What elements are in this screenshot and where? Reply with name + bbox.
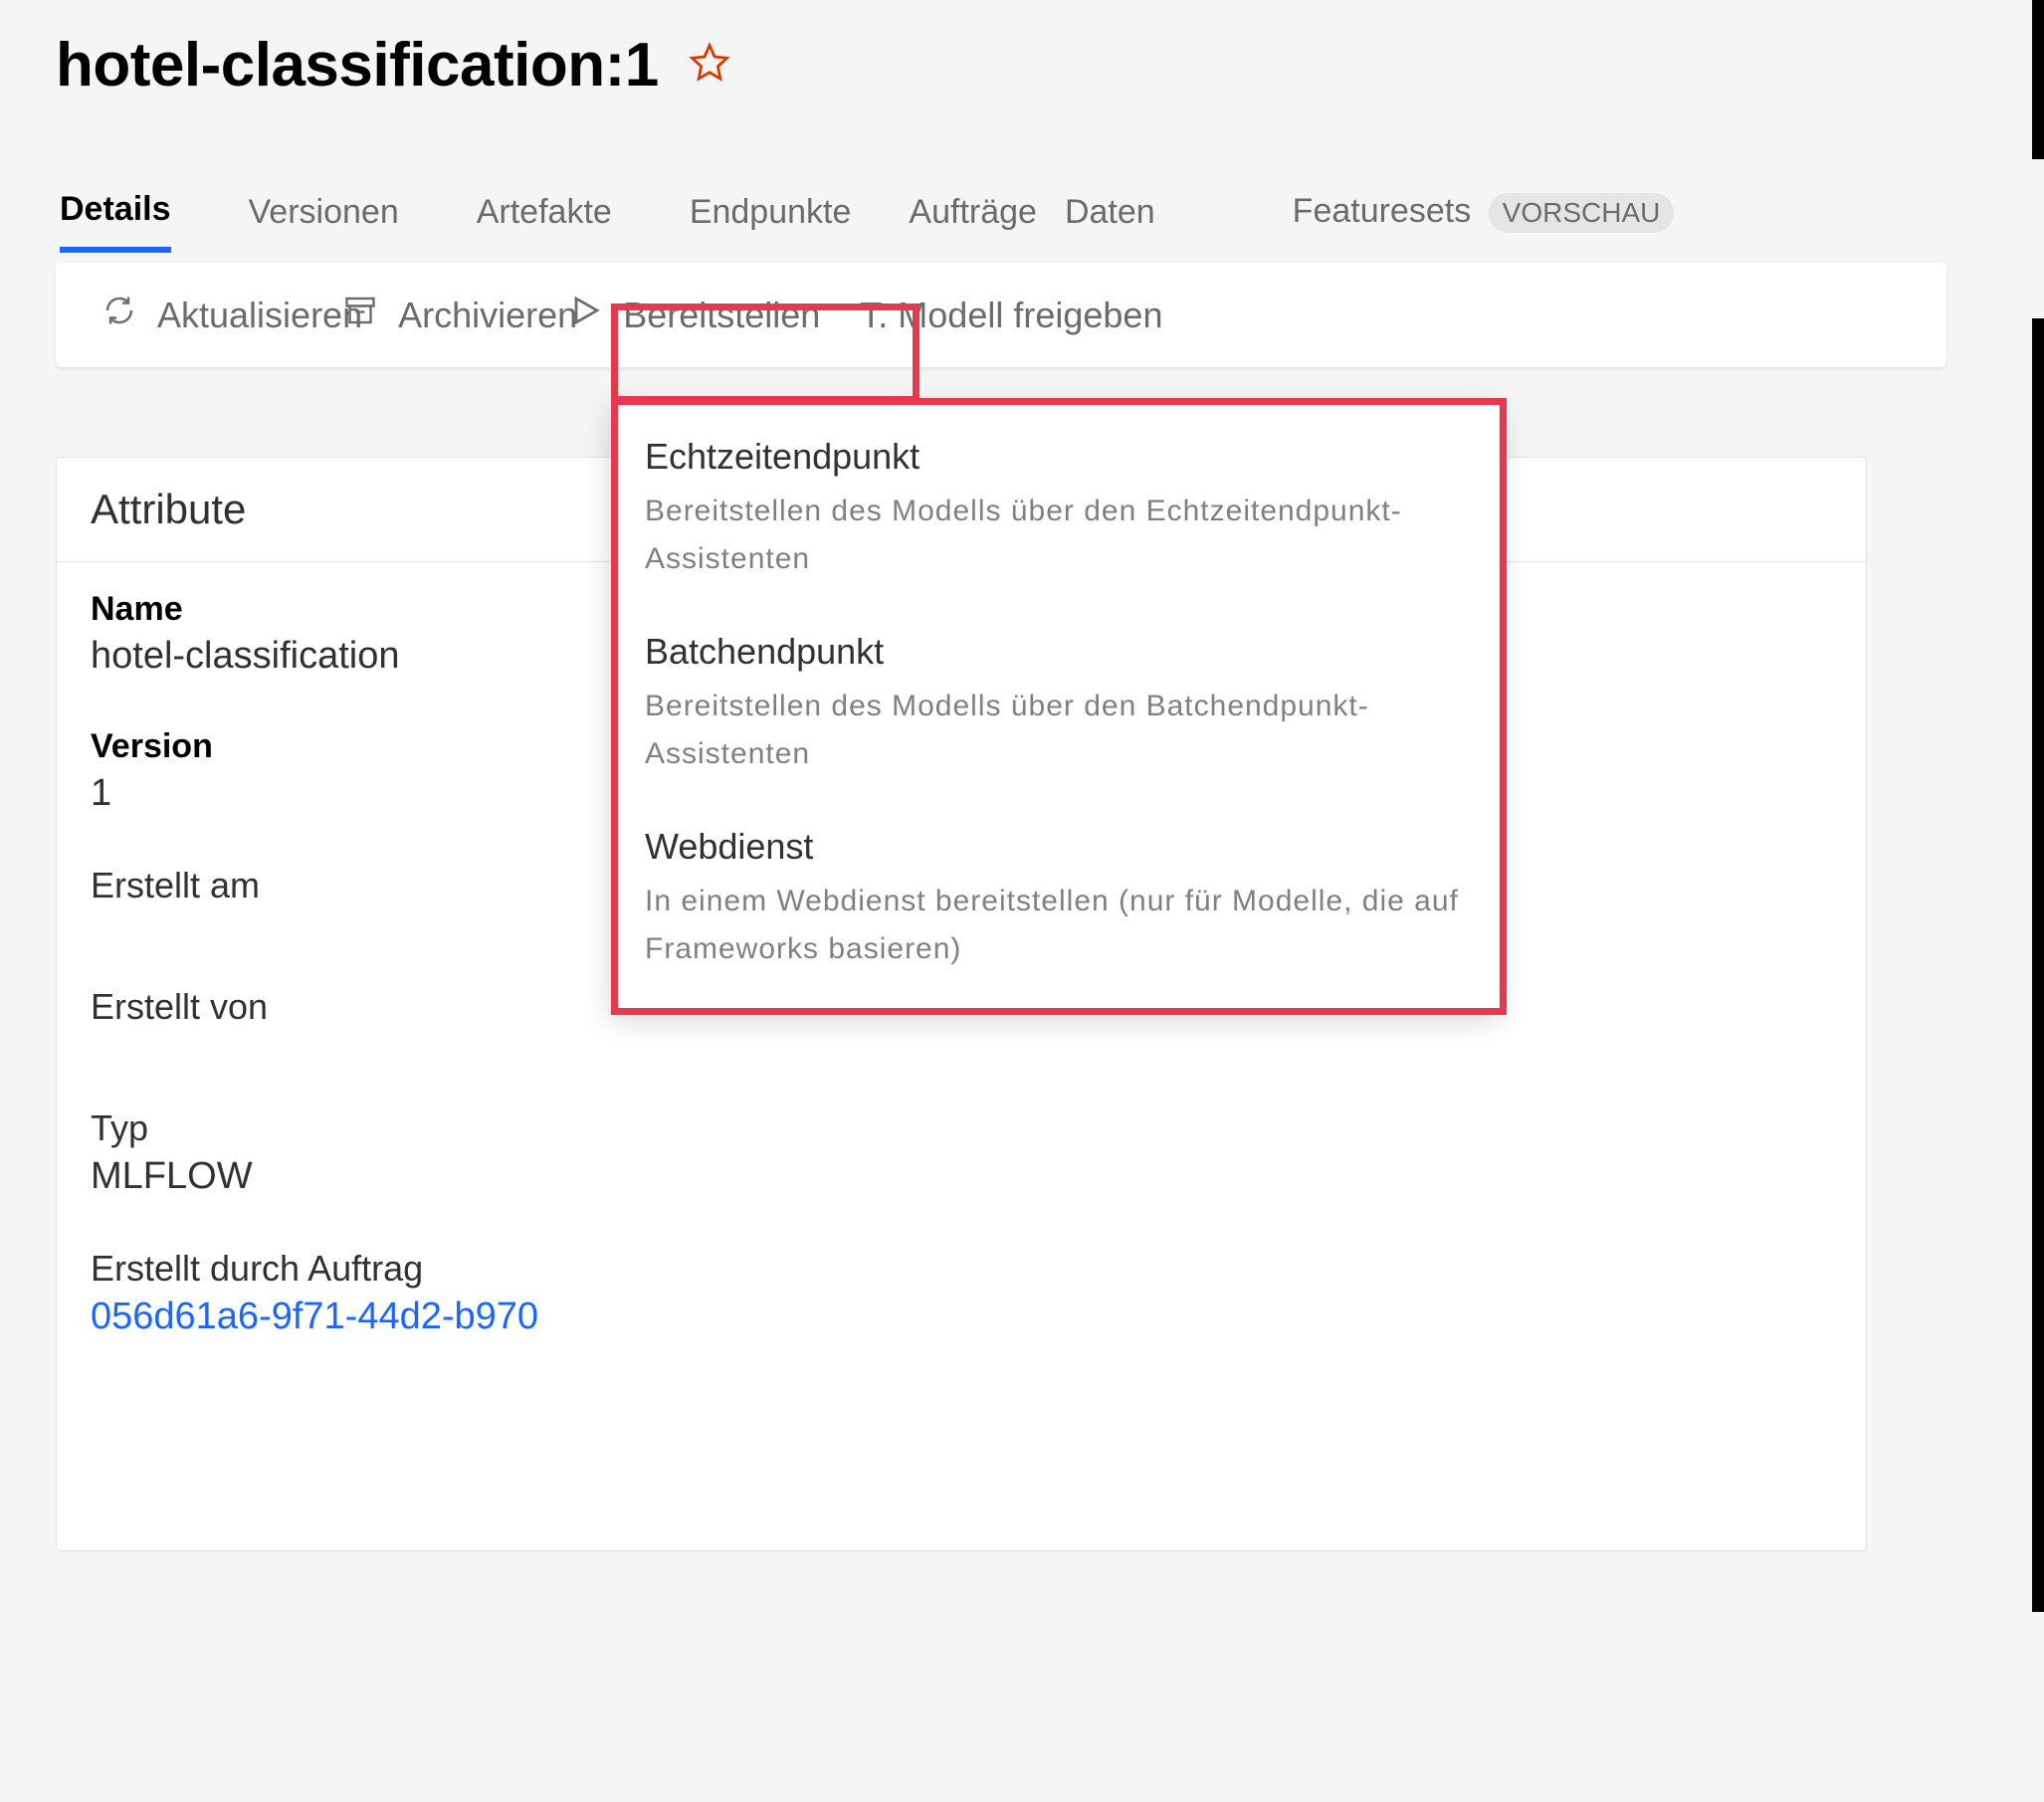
refresh-icon	[102, 293, 137, 337]
archive-label: Archivieren	[398, 295, 577, 336]
tab-versions[interactable]: Versionen	[249, 193, 399, 250]
attr-type-label: Typ	[91, 1107, 1832, 1149]
play-icon	[567, 293, 603, 337]
attr-job-link[interactable]: 056d61a6-9f71-44d2-b970	[91, 1296, 1832, 1338]
toolbar: Aktualisieren Archivieren Bereitstellen …	[56, 263, 1946, 367]
tab-featuresets[interactable]: Featuresets VORSCHAU	[1293, 192, 1675, 251]
tab-featuresets-label: Featuresets	[1293, 192, 1472, 230]
tab-endpoints[interactable]: Endpunkte	[690, 193, 852, 250]
attr-job-label: Erstellt durch Auftrag	[91, 1248, 1832, 1290]
page-title-row: hotel-classification:1	[56, 30, 2044, 100]
share-label: T. Modell freigeben	[860, 295, 1162, 336]
archive-icon	[342, 293, 378, 337]
deploy-dropdown: Echtzeitendpunkt Bereitstellen des Model…	[611, 400, 1499, 1009]
tab-data[interactable]: Daten	[1065, 193, 1155, 250]
tab-artifacts[interactable]: Artefakte	[477, 193, 612, 250]
dropdown-item-desc: In einem Webdienst bereitstellen (nur fü…	[645, 878, 1465, 973]
page-title: hotel-classification:1	[56, 30, 659, 100]
tabs-bar: Details Versionen Artefakte Endpunkte Au…	[56, 190, 2044, 253]
tab-details[interactable]: Details	[60, 190, 171, 253]
dropdown-item-realtime[interactable]: Echtzeitendpunkt Bereitstellen des Model…	[645, 436, 1465, 583]
dropdown-item-desc: Bereitstellen des Modells über den Echtz…	[645, 488, 1465, 583]
deploy-button[interactable]: Bereitstellen	[557, 289, 830, 341]
share-button[interactable]: T. Modell freigeben	[850, 291, 1172, 340]
deploy-label: Bereitstellen	[623, 295, 820, 336]
dropdown-item-title: Webdienst	[645, 826, 1465, 868]
preview-badge: VORSCHAU	[1489, 193, 1675, 233]
favorite-star-icon[interactable]	[689, 42, 730, 89]
attr-type-value: MLFLOW	[91, 1155, 1832, 1198]
screenshot-edge-artifact	[2032, 318, 2044, 1612]
dropdown-item-batch[interactable]: Batchendpunkt Bereitstellen des Modells …	[645, 631, 1465, 778]
refresh-button[interactable]: Aktualisieren	[92, 289, 372, 341]
archive-button[interactable]: Archivieren	[332, 289, 587, 341]
dropdown-item-title: Batchendpunkt	[645, 631, 1465, 673]
screenshot-edge-artifact	[2032, 0, 2044, 159]
dropdown-item-title: Echtzeitendpunkt	[645, 436, 1465, 478]
dropdown-item-webservice[interactable]: Webdienst In einem Webdienst bereitstell…	[645, 826, 1465, 973]
dropdown-item-desc: Bereitstellen des Modells über den Batch…	[645, 683, 1465, 778]
tab-jobs[interactable]: Aufträge	[909, 193, 1037, 250]
